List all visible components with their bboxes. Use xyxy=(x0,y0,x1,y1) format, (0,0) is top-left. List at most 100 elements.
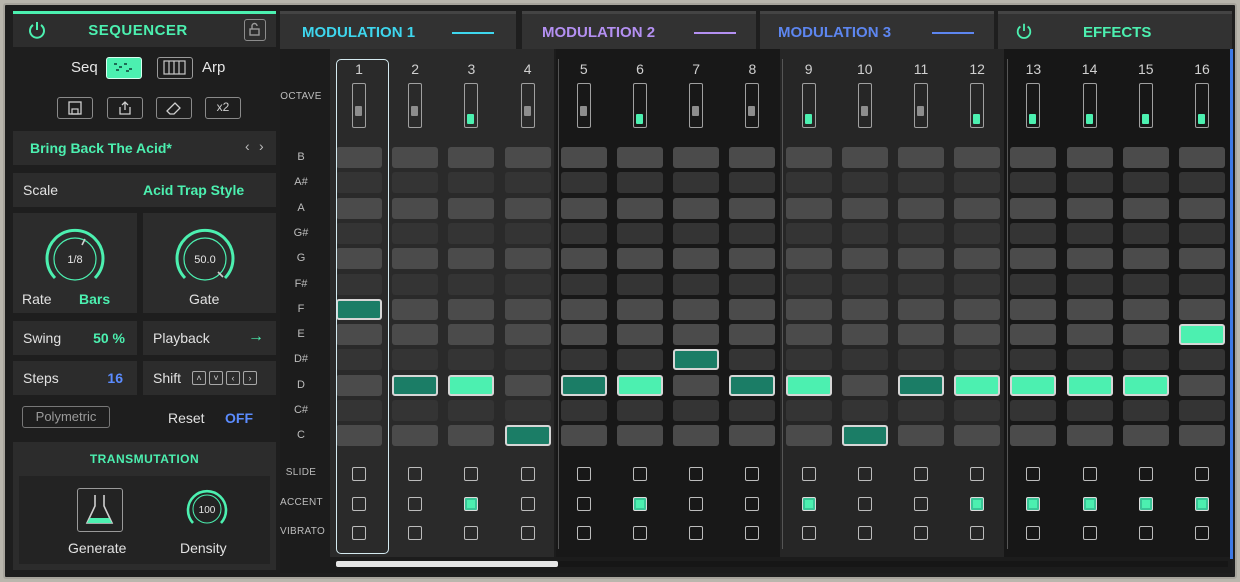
note-cell[interactable] xyxy=(617,197,663,219)
note-cell[interactable] xyxy=(729,172,776,194)
note-cell[interactable] xyxy=(560,324,607,346)
note-cell[interactable] xyxy=(673,147,720,168)
accent-checkbox[interactable] xyxy=(464,497,479,511)
note-cell[interactable] xyxy=(617,222,663,244)
octave-slider-thumb[interactable] xyxy=(917,106,924,116)
note-cell[interactable] xyxy=(1122,425,1169,447)
octave-slider-thumb[interactable] xyxy=(1085,114,1093,124)
note-cell[interactable] xyxy=(448,400,495,421)
note-cell[interactable] xyxy=(617,324,663,346)
seq-mode-button[interactable] xyxy=(106,57,142,79)
note-cell[interactable] xyxy=(729,400,776,421)
slide-checkbox[interactable] xyxy=(914,467,928,481)
octave-slider-thumb[interactable] xyxy=(579,106,587,116)
note-cell[interactable] xyxy=(954,222,1001,244)
octave-slider-thumb[interactable] xyxy=(748,106,756,116)
lock-icon[interactable] xyxy=(244,19,266,41)
accent-checkbox[interactable] xyxy=(1026,497,1041,511)
note-cell[interactable] xyxy=(1122,349,1169,371)
octave-slider-thumb[interactable] xyxy=(411,106,419,116)
note-cell[interactable] xyxy=(560,298,607,320)
note-cell[interactable] xyxy=(392,324,439,346)
note-cell[interactable] xyxy=(1122,400,1169,421)
octave-slider-thumb[interactable] xyxy=(523,106,531,116)
note-cell[interactable] xyxy=(617,349,663,371)
tab-modulation-2[interactable]: MODULATION 2 xyxy=(522,11,756,49)
swing-value[interactable]: 50 % xyxy=(93,330,125,346)
note-cell[interactable] xyxy=(1066,222,1113,244)
note-cell[interactable] xyxy=(617,248,663,270)
note-cell[interactable] xyxy=(560,374,607,396)
note-cell[interactable] xyxy=(673,273,720,295)
note-cell[interactable] xyxy=(1066,248,1113,270)
note-cell[interactable] xyxy=(617,172,663,194)
note-cell[interactable] xyxy=(841,374,888,396)
accent-checkbox[interactable] xyxy=(857,497,872,511)
note-cell[interactable] xyxy=(785,172,832,194)
shift-left-icon[interactable]: ‹ xyxy=(226,371,240,385)
export-button[interactable] xyxy=(107,97,143,119)
note-cell[interactable] xyxy=(560,197,607,219)
note-cell[interactable] xyxy=(954,197,1001,219)
note-cell[interactable] xyxy=(448,349,495,371)
note-cell[interactable] xyxy=(617,273,663,295)
note-cell[interactable] xyxy=(785,222,832,244)
vibrato-checkbox[interactable] xyxy=(970,526,985,540)
note-cell[interactable] xyxy=(1010,172,1057,194)
rate-unit-value[interactable]: Bars xyxy=(79,291,110,307)
slide-checkbox[interactable] xyxy=(408,467,423,481)
power-icon[interactable] xyxy=(27,20,47,40)
note-cell[interactable] xyxy=(1010,400,1057,421)
note-cell[interactable] xyxy=(1010,273,1057,295)
note-cell[interactable] xyxy=(841,324,888,346)
preset-next-icon[interactable]: › xyxy=(259,138,264,154)
note-cell[interactable] xyxy=(1066,172,1113,194)
note-cell[interactable] xyxy=(504,222,551,244)
note-cell[interactable] xyxy=(954,425,1001,447)
note-cell[interactable] xyxy=(1122,248,1169,270)
slide-checkbox[interactable] xyxy=(970,467,985,481)
octave-slider[interactable] xyxy=(689,83,704,128)
note-cell[interactable] xyxy=(448,324,495,346)
note-cell[interactable] xyxy=(448,374,495,396)
note-cell[interactable] xyxy=(448,298,495,320)
accent-checkbox[interactable] xyxy=(408,497,423,511)
tab-modulation-1[interactable]: MODULATION 1 xyxy=(280,11,516,49)
note-cell[interactable] xyxy=(560,425,607,447)
note-cell[interactable] xyxy=(448,273,495,295)
octave-slider-thumb[interactable] xyxy=(1029,114,1037,124)
note-cell[interactable] xyxy=(729,324,776,346)
note-cell[interactable] xyxy=(392,273,439,295)
note-cell[interactable] xyxy=(1122,273,1169,295)
note-cell[interactable] xyxy=(1066,349,1113,371)
note-cell[interactable] xyxy=(1122,172,1169,194)
note-cell[interactable] xyxy=(1010,425,1057,447)
note-cell[interactable] xyxy=(898,273,944,295)
note-cell[interactable] xyxy=(1066,298,1113,320)
accent-checkbox[interactable] xyxy=(914,497,928,511)
note-cell[interactable] xyxy=(898,400,944,421)
note-cell[interactable] xyxy=(1179,349,1225,371)
note-cell[interactable] xyxy=(673,374,720,396)
octave-slider[interactable] xyxy=(408,83,423,128)
note-cell[interactable] xyxy=(1122,197,1169,219)
note-cell[interactable] xyxy=(617,147,663,168)
note-cell[interactable] xyxy=(954,172,1001,194)
playback-direction-arrow[interactable]: → xyxy=(248,328,264,346)
note-cell[interactable] xyxy=(392,222,439,244)
note-cell[interactable] xyxy=(1179,298,1225,320)
vibrato-checkbox[interactable] xyxy=(689,526,704,540)
octave-slider-thumb[interactable] xyxy=(1198,114,1205,124)
octave-slider-thumb[interactable] xyxy=(973,114,981,124)
note-cell[interactable] xyxy=(785,273,832,295)
note-cell[interactable] xyxy=(560,349,607,371)
vibrato-checkbox[interactable] xyxy=(576,526,591,540)
vibrato-checkbox[interactable] xyxy=(745,526,760,540)
double-button[interactable]: x2 xyxy=(205,97,241,119)
octave-slider[interactable] xyxy=(1082,83,1097,128)
note-cell[interactable] xyxy=(560,273,607,295)
vibrato-checkbox[interactable] xyxy=(1138,526,1153,540)
note-cell[interactable] xyxy=(1122,298,1169,320)
note-cell[interactable] xyxy=(617,374,663,396)
note-cell[interactable] xyxy=(841,349,888,371)
